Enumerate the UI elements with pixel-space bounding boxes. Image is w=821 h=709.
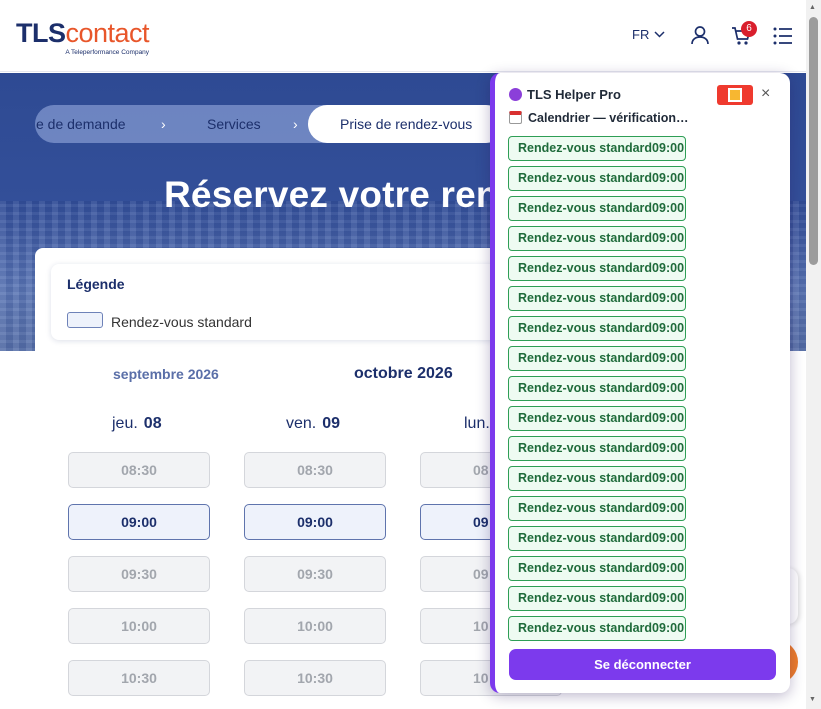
- day-number: 08: [143, 415, 162, 432]
- found-slot-pill[interactable]: Rendez-vous standard09:00: [508, 526, 686, 551]
- day-header: jeu. 08: [112, 415, 162, 433]
- time-slot: 10:30: [68, 660, 210, 696]
- legend-standard-swatch: [67, 312, 103, 328]
- time-slot-available[interactable]: 09:00: [244, 504, 386, 540]
- stop-button[interactable]: [717, 85, 753, 105]
- breadcrumb-step-services[interactable]: Services: [207, 105, 261, 143]
- breadcrumb-chevron-icon: ›: [161, 116, 166, 132]
- found-slot-pill[interactable]: Rendez-vous standard09:00: [508, 406, 686, 431]
- page-title: Réservez votre ren: [164, 174, 499, 215]
- language-label: FR: [632, 27, 650, 42]
- panel-title: TLS Helper Pro: [527, 87, 621, 102]
- legend-title: Légende: [67, 276, 125, 292]
- logout-button[interactable]: Se déconnecter: [509, 649, 776, 680]
- breadcrumb-step-request[interactable]: e de demande: [36, 105, 126, 143]
- breadcrumb-step-appointment[interactable]: Prise de rendez-vous: [340, 105, 472, 143]
- language-selector[interactable]: FR: [632, 27, 665, 42]
- day-header: ven. 09: [286, 415, 340, 433]
- found-slot-pill[interactable]: Rendez-vous standard09:00: [508, 346, 686, 371]
- calendar-icon: [509, 111, 522, 124]
- cart-count-badge: 6: [741, 21, 757, 37]
- site-header: TLScontact A Teleperformance Company FR …: [0, 0, 806, 72]
- found-slot-pill[interactable]: Rendez-vous standard09:00: [508, 496, 686, 521]
- found-slot-pill[interactable]: Rendez-vous standard09:00: [508, 316, 686, 341]
- panel-status: Calendrier — vérification…: [509, 111, 688, 125]
- day-name: jeu.: [112, 415, 138, 432]
- found-slot-pill[interactable]: Rendez-vous standard09:00: [508, 586, 686, 611]
- logo-tagline: A Teleperformance Company: [65, 49, 150, 56]
- breadcrumb-chevron-icon: ›: [293, 116, 298, 132]
- menu-icon[interactable]: [773, 27, 793, 45]
- time-slot: 08:30: [244, 452, 386, 488]
- time-slot-available[interactable]: 09:00: [68, 504, 210, 540]
- breadcrumb: e de demande › Services › Prise de rende…: [35, 105, 505, 143]
- stop-icon: [728, 88, 742, 102]
- chevron-down-icon: [654, 31, 665, 38]
- scrollbar-thumb[interactable]: [809, 17, 818, 265]
- logo-contact: contact: [65, 18, 150, 48]
- day-name: ven.: [286, 415, 317, 432]
- found-slot-pill[interactable]: Rendez-vous standard09:00: [508, 556, 686, 581]
- tls-helper-panel: TLS Helper Pro × Calendrier — vérificati…: [490, 73, 790, 693]
- panel-status-text: Calendrier — vérification…: [528, 111, 689, 125]
- found-slot-pill[interactable]: Rendez-vous standard09:00: [508, 226, 686, 251]
- found-slot-pill[interactable]: Rendez-vous standard09:00: [508, 166, 686, 191]
- logo-tls: TLS: [16, 18, 66, 48]
- panel-title-row: TLS Helper Pro: [509, 87, 621, 102]
- user-icon[interactable]: [690, 25, 710, 45]
- time-slot: 10:00: [68, 608, 210, 644]
- time-slot: 08:30: [68, 452, 210, 488]
- day-name: lun.: [464, 415, 490, 432]
- time-slot: 10:30: [244, 660, 386, 696]
- close-icon[interactable]: ×: [761, 85, 770, 103]
- found-slot-pill[interactable]: Rendez-vous standard09:00: [508, 616, 686, 641]
- scroll-down-arrow-icon[interactable]: ▼: [809, 696, 816, 703]
- current-month-label: octobre 2026: [354, 365, 453, 382]
- found-slot-pill[interactable]: Rendez-vous standard09:00: [508, 376, 686, 401]
- purple-circle-icon: [509, 88, 522, 101]
- found-slot-pill[interactable]: Rendez-vous standard09:00: [508, 196, 686, 221]
- legend-standard-label: Rendez-vous standard: [111, 314, 252, 330]
- found-slot-pill[interactable]: Rendez-vous standard09:00: [508, 286, 686, 311]
- found-slot-pill[interactable]: Rendez-vous standard09:00: [508, 466, 686, 491]
- legend-box: Légende Rendez-vous standard: [51, 264, 511, 340]
- time-slot: 10:00: [244, 608, 386, 644]
- found-slot-pill[interactable]: Rendez-vous standard09:00: [508, 256, 686, 281]
- scroll-up-arrow-icon[interactable]: ▲: [809, 4, 816, 11]
- found-slot-pill[interactable]: Rendez-vous standard09:00: [508, 136, 686, 161]
- previous-month-link[interactable]: septembre 2026: [113, 366, 219, 382]
- time-slot: 09:30: [68, 556, 210, 592]
- time-slot: 09:30: [244, 556, 386, 592]
- tlscontact-logo[interactable]: TLScontact A Teleperformance Company: [16, 18, 150, 56]
- day-header: lun.: [464, 415, 490, 433]
- day-number: 09: [322, 415, 341, 432]
- found-slot-pill[interactable]: Rendez-vous standard09:00: [508, 436, 686, 461]
